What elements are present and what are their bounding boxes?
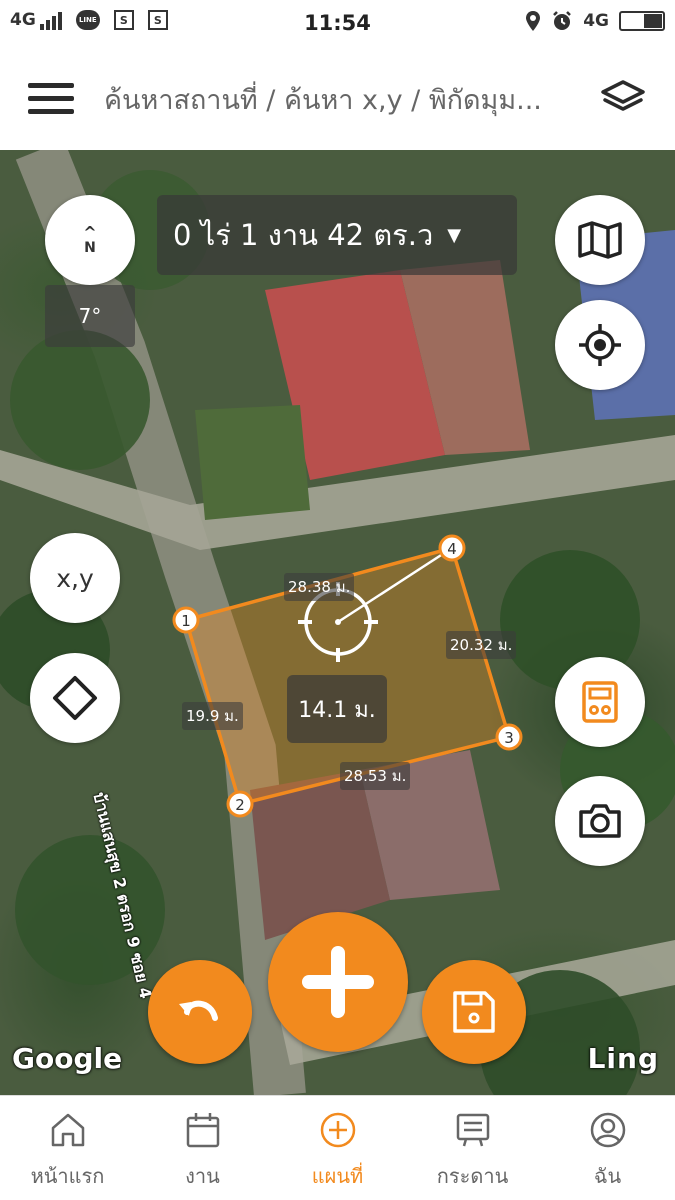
camera-icon — [579, 804, 621, 838]
undo-button[interactable] — [148, 960, 252, 1064]
app-header: ค้นหาสถานที่ / ค้นหา x,y / พิกัดมุม... — [0, 48, 675, 150]
svg-text:3: 3 — [504, 729, 514, 747]
edge-length-label: 20.32 ม. — [446, 631, 517, 659]
north-arrow-icon: ^ — [83, 223, 97, 242]
battery-icon — [619, 11, 665, 31]
svg-text:2: 2 — [235, 796, 245, 814]
rotation-angle: 7° — [45, 285, 135, 347]
area-dropdown[interactable]: 0 ไร่ 1 งาน 42 ตร.ว ▼ — [157, 195, 517, 275]
nav-item-home[interactable]: หน้าแรก — [0, 1096, 135, 1200]
user-icon — [590, 1112, 625, 1148]
bottom-navigation: หน้าแรก งาน แผนที่ กระดาน ฉัน — [0, 1095, 675, 1200]
nav-label-jobs: งาน — [185, 1164, 220, 1188]
plus-icon — [302, 946, 374, 1018]
hamburger-icon[interactable] — [28, 81, 76, 115]
edge-length-label: 19.9 ม. — [182, 702, 243, 730]
calculator-icon — [582, 681, 618, 723]
diamond-icon — [53, 676, 97, 720]
clipboard-icon — [186, 1113, 219, 1148]
camera-button[interactable] — [555, 776, 645, 866]
center-distance-label: 14.1 ม. — [287, 675, 387, 743]
google-attribution: Google — [12, 1042, 123, 1075]
my-location-button[interactable] — [555, 300, 645, 390]
corner-point-1[interactable]: 1 — [172, 606, 200, 634]
search-breadcrumb[interactable]: ค้นหาสถานที่ / ค้นหา x,y / พิกัดมุม... — [104, 78, 584, 121]
satellite-map[interactable]: 1 2 3 4 บ้านแสนสุข 2 ตรอก 9 ซอย 4 28.38 … — [0, 150, 675, 1095]
layers-icon[interactable] — [599, 78, 647, 118]
north-label: N — [84, 240, 96, 256]
ling-logo: Ling — [587, 1042, 659, 1075]
calculator-button[interactable] — [555, 657, 645, 747]
corner-point-2[interactable]: 2 — [226, 790, 254, 818]
corner-point-3[interactable]: 3 — [495, 723, 523, 751]
alarm-icon — [553, 11, 572, 30]
nav-item-jobs[interactable]: งาน — [135, 1096, 270, 1200]
map-icon — [578, 221, 622, 259]
draw-shape-button[interactable] — [30, 653, 120, 743]
add-point-button[interactable] — [268, 912, 408, 1052]
edge-length-label: 28.53 ม. — [340, 762, 411, 790]
home-icon — [51, 1113, 84, 1147]
save-icon — [453, 991, 495, 1033]
status-right: 4G — [525, 10, 665, 32]
svg-text:1: 1 — [181, 612, 191, 630]
area-value: 0 ไร่ 1 งาน 42 ตร.ว — [173, 218, 434, 252]
plus-circle-icon — [320, 1112, 355, 1148]
nav-label-me: ฉัน — [593, 1164, 622, 1188]
nav-label-board: กระดาน — [436, 1164, 509, 1188]
nav-item-map[interactable]: แผนที่ — [270, 1096, 405, 1200]
save-button[interactable] — [422, 960, 526, 1064]
edge-length-label: 28.38 ม. — [284, 573, 355, 601]
svg-text:4: 4 — [447, 540, 457, 558]
xy-coordinate-button[interactable]: x,y — [30, 533, 120, 623]
nav-label-home: หน้าแรก — [30, 1164, 105, 1188]
target-icon — [579, 324, 621, 366]
nav-item-board[interactable]: กระดาน — [405, 1096, 540, 1200]
chevron-down-icon: ▼ — [447, 224, 462, 246]
location-pin-icon — [526, 11, 541, 31]
board-icon — [456, 1113, 489, 1147]
network-type-label-right: 4G — [583, 11, 609, 31]
nav-label-map: แผนที่ — [311, 1164, 364, 1188]
compass-button[interactable]: ^ N — [45, 195, 135, 285]
nav-item-me[interactable]: ฉัน — [540, 1096, 675, 1200]
undo-icon — [179, 1000, 218, 1021]
corner-point-4[interactable]: 4 — [438, 534, 466, 562]
status-bar: 4G LINE S S 11:54 4G — [0, 0, 675, 48]
map-type-button[interactable] — [555, 195, 645, 285]
